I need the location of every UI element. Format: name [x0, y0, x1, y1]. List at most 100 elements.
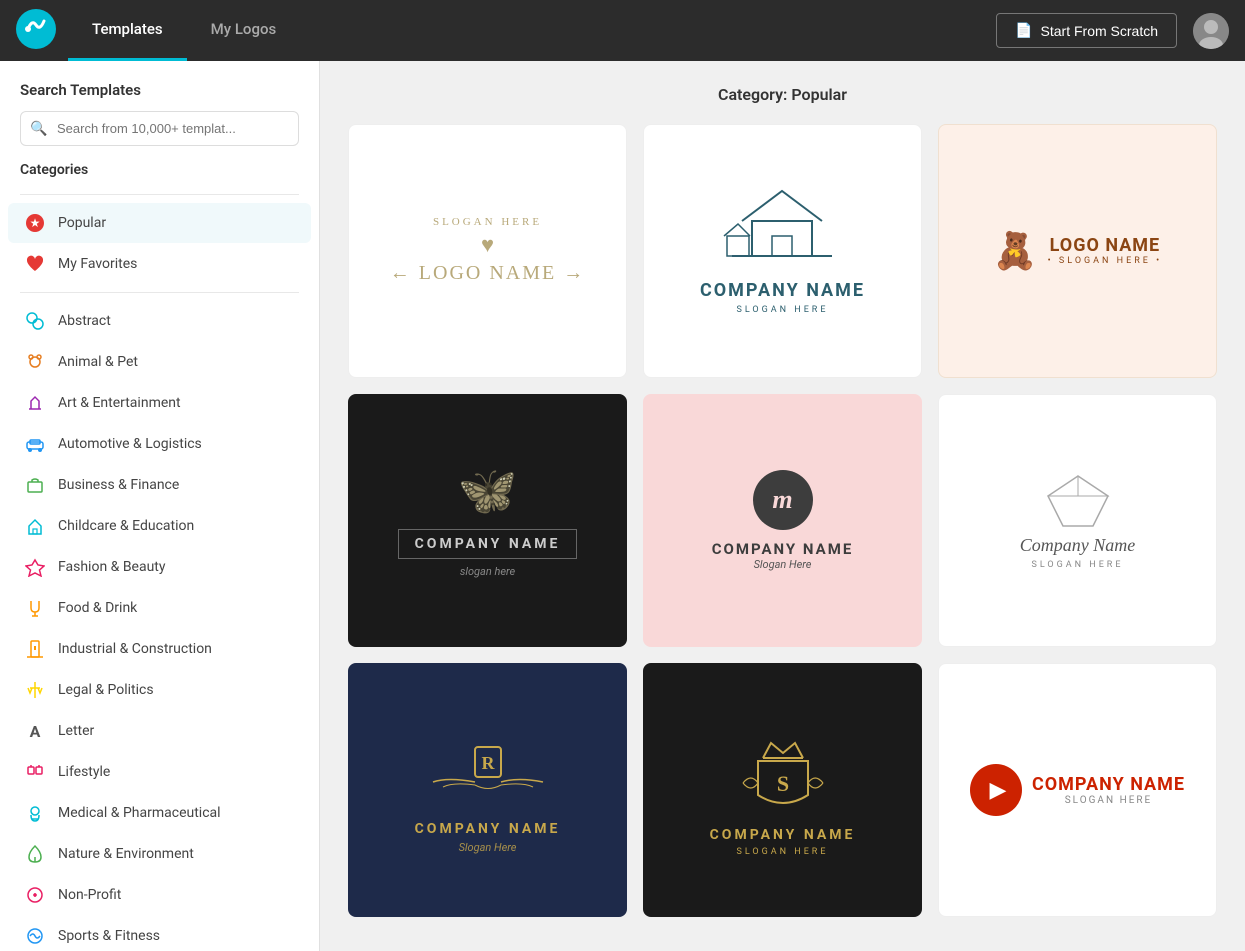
category-heading: Category: Popular — [348, 85, 1217, 104]
sidebar-item-nature[interactable]: Nature & Environment — [8, 834, 311, 874]
childcare-icon — [24, 515, 46, 537]
sidebar-item-popular[interactable]: ★ Popular — [8, 203, 311, 243]
t4-butterfly-icon: 🦋 — [398, 462, 578, 519]
t2-slogan: SLOGAN HERE — [700, 305, 865, 315]
sidebar-item-legal-label: Legal & Politics — [58, 682, 154, 698]
letter-icon: A — [24, 720, 46, 742]
sidebar-item-childcare[interactable]: Childcare & Education — [8, 506, 311, 546]
app-logo[interactable] — [16, 9, 68, 53]
template-card-8[interactable]: S COMPANY NAME SLOGAN HERE — [643, 663, 922, 917]
popular-icon: ★ — [24, 212, 46, 234]
template-card-5[interactable]: m COMPANY NAME Slogan Here — [643, 394, 922, 648]
art-entertainment-icon — [24, 392, 46, 414]
t3-logo-name: LOGO NAME — [1048, 235, 1163, 256]
food-drink-icon — [24, 597, 46, 619]
templates-grid: SLOGAN HERE ♥ ← LOGO NAME → — [348, 124, 1217, 917]
t8-slogan: SLOGAN HERE — [710, 847, 856, 857]
animal-pet-icon — [24, 351, 46, 373]
nature-icon — [24, 843, 46, 865]
search-icon: 🔍 — [30, 121, 47, 137]
t1-slogan: SLOGAN HERE — [390, 216, 585, 228]
t5-slogan: Slogan Here — [712, 558, 854, 571]
sidebar-item-fashion-beauty[interactable]: Fashion & Beauty — [8, 547, 311, 587]
t9-company: COMPANY NAME — [1032, 774, 1185, 795]
legal-icon — [24, 679, 46, 701]
industrial-icon — [24, 638, 46, 660]
t7-slogan: Slogan Here — [415, 841, 561, 854]
t4-company: COMPANY NAME — [398, 529, 578, 559]
divider-2 — [20, 292, 299, 293]
sidebar-item-automotive-label: Automotive & Logistics — [58, 436, 202, 452]
sports-icon — [24, 925, 46, 947]
sidebar-item-industrial[interactable]: Industrial & Construction — [8, 629, 311, 669]
favorites-icon — [24, 253, 46, 275]
sidebar-item-food-drink[interactable]: Food & Drink — [8, 588, 311, 628]
t5-company: COMPANY NAME — [712, 540, 854, 558]
t7-crest-svg: R — [423, 727, 553, 817]
t9-slogan: SLOGAN HERE — [1032, 795, 1185, 806]
sidebar-item-nature-label: Nature & Environment — [58, 846, 194, 862]
sidebar-item-sports-label: Sports & Fitness — [58, 928, 160, 944]
sidebar-item-animal-pet[interactable]: Animal & Pet — [8, 342, 311, 382]
t9-play-icon: ▶ — [970, 764, 1022, 816]
sidebar-item-industrial-label: Industrial & Construction — [58, 641, 212, 657]
sidebar-item-art-label: Art & Entertainment — [58, 395, 181, 411]
t3-slogan: • SLOGAN HERE • — [1048, 256, 1163, 266]
medical-icon — [24, 802, 46, 824]
sidebar-item-business-finance-label: Business & Finance — [58, 477, 179, 493]
t3-bear-icon: 🧸 — [993, 230, 1038, 272]
sidebar-item-abstract[interactable]: Abstract — [8, 301, 311, 341]
t8-shield-svg: S — [733, 723, 833, 823]
lifestyle-icon — [24, 761, 46, 783]
svg-text:★: ★ — [30, 216, 41, 230]
sidebar: Search Templates 🔍 Categories ★ Popular … — [0, 61, 320, 951]
search-input[interactable] — [20, 111, 299, 146]
sidebar-item-art-entertainment[interactable]: Art & Entertainment — [8, 383, 311, 423]
sidebar-item-my-favorites-label: My Favorites — [58, 256, 137, 272]
sidebar-item-sports[interactable]: Sports & Fitness — [8, 916, 311, 951]
search-section-title: Search Templates — [0, 81, 319, 111]
t6-company: Company Name — [1020, 535, 1136, 556]
nav-tab-templates[interactable]: Templates — [68, 0, 187, 61]
template-card-2[interactable]: COMPANY NAME SLOGAN HERE — [643, 124, 922, 378]
svg-text:S: S — [776, 771, 788, 796]
sidebar-item-lifestyle[interactable]: Lifestyle — [8, 752, 311, 792]
t6-slogan: SLOGAN HERE — [1020, 560, 1136, 570]
t8-company: COMPANY NAME — [710, 827, 856, 843]
categories-title: Categories — [0, 162, 319, 186]
sidebar-item-my-favorites[interactable]: My Favorites — [8, 244, 311, 284]
sidebar-item-medical-label: Medical & Pharmaceutical — [58, 805, 221, 821]
sidebar-item-non-profit[interactable]: Non-Profit — [8, 875, 311, 915]
sidebar-item-animal-pet-label: Animal & Pet — [58, 354, 138, 370]
template-card-3[interactable]: 🧸 LOGO NAME • SLOGAN HERE • — [938, 124, 1217, 378]
sidebar-item-popular-label: Popular — [58, 215, 106, 231]
template-card-1[interactable]: SLOGAN HERE ♥ ← LOGO NAME → — [348, 124, 627, 378]
sidebar-item-business-finance[interactable]: Business & Finance — [8, 465, 311, 505]
main-content: Category: Popular SLOGAN HERE ♥ ← LOGO N… — [320, 61, 1245, 951]
start-from-scratch-button[interactable]: 📄 Start From Scratch — [996, 13, 1177, 48]
sidebar-item-food-drink-label: Food & Drink — [58, 600, 137, 616]
template-card-9[interactable]: ▶ COMPANY NAME SLOGAN HERE — [938, 663, 1217, 917]
template-card-4[interactable]: 🦋 COMPANY NAME slogan here — [348, 394, 627, 648]
sidebar-item-automotive[interactable]: Automotive & Logistics — [8, 424, 311, 464]
fashion-beauty-icon — [24, 556, 46, 578]
automotive-icon — [24, 433, 46, 455]
t1-heart: ♥ — [390, 232, 585, 258]
search-box: 🔍 — [20, 111, 299, 146]
user-avatar[interactable] — [1193, 13, 1229, 49]
template-card-6[interactable]: Company Name SLOGAN HERE — [938, 394, 1217, 648]
doc-icon: 📄 — [1015, 22, 1032, 39]
template-card-7[interactable]: R COMPANY NAME Slogan Here — [348, 663, 627, 917]
sidebar-item-letter-label: Letter — [58, 723, 94, 739]
nav-tabs: Templates My Logos — [68, 0, 300, 61]
sidebar-item-legal[interactable]: Legal & Politics — [8, 670, 311, 710]
sidebar-item-non-profit-label: Non-Profit — [58, 887, 121, 903]
main-layout: Search Templates 🔍 Categories ★ Popular … — [0, 61, 1245, 951]
house-svg — [722, 186, 842, 266]
sidebar-item-abstract-label: Abstract — [58, 313, 111, 329]
sidebar-item-medical[interactable]: Medical & Pharmaceutical — [8, 793, 311, 833]
sidebar-item-childcare-label: Childcare & Education — [58, 518, 194, 534]
nav-tab-my-logos[interactable]: My Logos — [187, 0, 301, 61]
non-profit-icon — [24, 884, 46, 906]
sidebar-item-letter[interactable]: A Letter — [8, 711, 311, 751]
